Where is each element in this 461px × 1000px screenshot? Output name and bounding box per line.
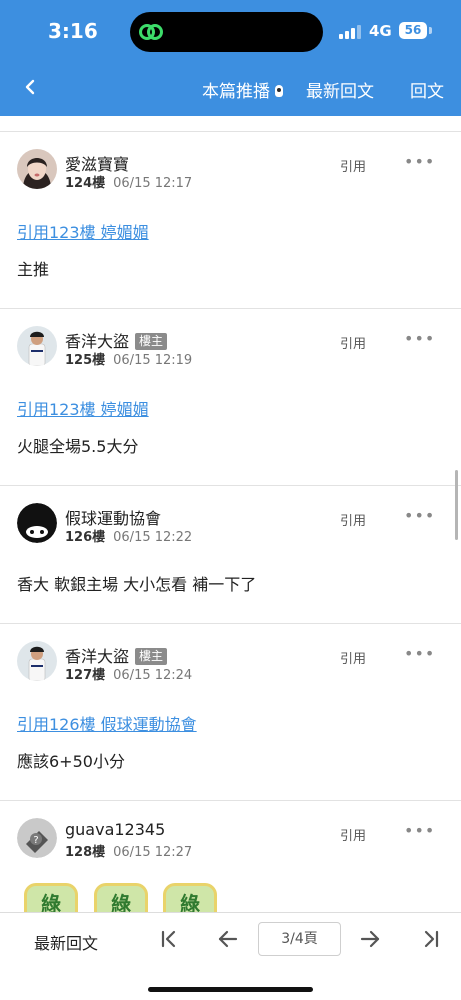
post-body: 香大 軟銀主場 大小怎看 補一下了 [17, 575, 257, 594]
battery-tip [429, 27, 432, 34]
avatar[interactable] [17, 503, 57, 543]
status-bar: 3:16 4G 56 [0, 0, 461, 62]
post-meta: 128樓 06/15 12:27 [65, 841, 192, 860]
quote-reference-link[interactable]: 引用123樓 婷媚媚 [17, 396, 149, 420]
arrow-right-icon[interactable] [358, 927, 382, 951]
svg-text:?: ? [33, 835, 38, 846]
quote-button[interactable]: 引用 [340, 825, 366, 844]
post-meta: 124樓 06/15 12:17 [65, 172, 192, 191]
latest-replies-button[interactable]: 最新回文 [306, 77, 374, 102]
post-item: ? guava12345 128樓 06/15 12:27 引用 ••• 綠 綠 … [0, 800, 461, 912]
avatar[interactable] [17, 326, 57, 366]
post-time: 06/15 12:22 [113, 530, 193, 545]
latest-replies-link[interactable]: 最新回文 [34, 930, 98, 954]
post-meta: 125樓 06/15 12:19 [65, 349, 192, 368]
last-page-icon[interactable] [419, 927, 443, 951]
chevron-left-icon[interactable] [18, 74, 44, 100]
floor-number: 124樓 [65, 176, 106, 191]
bottom-pagination-bar: 最新回文 3/4頁 [0, 912, 461, 1000]
sticker-image: 綠 [163, 883, 217, 912]
link-rings-icon [139, 24, 163, 40]
post-item: 香洋大盜 樓主 127樓 06/15 12:24 引用 ••• 引用126樓 假球運… [0, 623, 461, 801]
avatar[interactable] [17, 149, 57, 189]
home-indicator [148, 987, 313, 992]
lightbulb-icon [275, 85, 283, 97]
reply-button[interactable]: 回文 [410, 77, 444, 102]
page-selector[interactable]: 3/4頁 [258, 922, 341, 956]
post-time: 06/15 12:24 [113, 668, 193, 683]
more-options-icon[interactable]: ••• [404, 821, 435, 840]
avatar[interactable]: ? [17, 818, 57, 858]
floor-number: 128樓 [65, 845, 106, 860]
quote-button[interactable]: 引用 [340, 510, 366, 529]
post-body: 主推 [17, 260, 50, 279]
status-time: 3:16 [48, 19, 98, 43]
battery-icon: 56 [399, 22, 427, 39]
scrollbar[interactable] [455, 470, 458, 540]
signal-icon [339, 25, 363, 39]
sticker-image: 綠 [24, 883, 78, 912]
nav-bar: 本篇推播 最新回文 回文 [0, 62, 461, 116]
avatar[interactable] [17, 641, 57, 681]
post-item: 假球運動協會 126樓 06/15 12:22 引用 ••• 香大 軟銀主場 大小… [0, 485, 461, 624]
sticker-image: 綠 [94, 883, 148, 912]
post-item: 愛滋寶寶 124樓 06/15 12:17 引用 ••• 引用123樓 婷媚媚 主… [0, 131, 461, 309]
quote-reference-link[interactable]: 引用126樓 假球運動協會 [17, 711, 197, 735]
post-time: 06/15 12:17 [113, 176, 193, 191]
post-item: 香洋大盜 樓主 125樓 06/15 12:19 引用 ••• 引用123樓 婷媚媚… [0, 308, 461, 486]
floor-number: 126樓 [65, 530, 106, 545]
top-header: 3:16 4G 56 本篇推播 最新回文 回文 [0, 0, 461, 116]
post-body: 火腿全場5.5大分 [17, 437, 139, 456]
floor-number: 125樓 [65, 353, 106, 368]
arrow-left-icon[interactable] [216, 927, 240, 951]
op-badge: 樓主 [135, 333, 168, 350]
post-time: 06/15 12:19 [113, 353, 193, 368]
more-options-icon[interactable]: ••• [404, 644, 435, 663]
floor-number: 127樓 [65, 668, 106, 683]
more-options-icon[interactable]: ••• [404, 152, 435, 171]
quote-reference-link[interactable]: 引用123樓 婷媚媚 [17, 219, 149, 243]
first-page-icon[interactable] [157, 927, 181, 951]
featured-push-button[interactable]: 本篇推播 [202, 77, 283, 102]
quote-button[interactable]: 引用 [340, 156, 366, 175]
op-badge: 樓主 [135, 648, 168, 665]
post-body: 應該6+50小分 [17, 752, 125, 771]
username-text: guava12345 [65, 820, 166, 839]
featured-push-label: 本篇推播 [202, 82, 270, 102]
quote-button[interactable]: 引用 [340, 648, 366, 667]
quote-button[interactable]: 引用 [340, 333, 366, 352]
username[interactable]: guava12345 [65, 820, 165, 839]
more-options-icon[interactable]: ••• [404, 506, 435, 525]
post-list: 愛滋寶寶 124樓 06/15 12:17 引用 ••• 引用123樓 婷媚媚 主… [0, 116, 461, 912]
network-type: 4G [369, 22, 392, 40]
post-meta: 127樓 06/15 12:24 [65, 664, 192, 683]
post-time: 06/15 12:27 [113, 845, 193, 860]
post-meta: 126樓 06/15 12:22 [65, 526, 192, 545]
more-options-icon[interactable]: ••• [404, 329, 435, 348]
